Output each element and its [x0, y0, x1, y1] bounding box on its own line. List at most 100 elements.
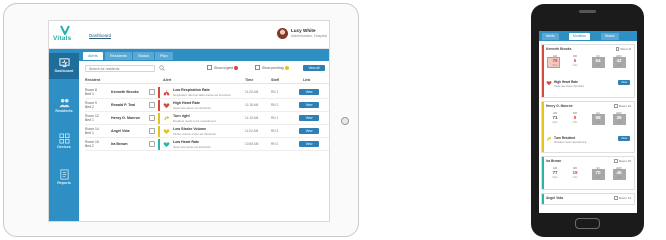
monitor-icon	[58, 58, 70, 68]
people-icon	[58, 98, 70, 108]
phone-tab-status[interactable]: Status	[601, 33, 619, 40]
resident-card[interactable]: Kenneth Brooks Room 8 HR 78 bpm RR 6/min SV…	[541, 44, 635, 98]
resident-name[interactable]: Ronald P. Teal	[111, 103, 135, 107]
view-button[interactable]: View	[299, 89, 319, 95]
tab-alerts[interactable]: Alerts	[83, 52, 103, 60]
alert-title: High Heart Rate	[173, 101, 200, 105]
vital-sv: SV 70 ml	[595, 166, 601, 179]
table-row[interactable]: Room 15 Bed 2 Ira Brown Low Heart Rate He…	[85, 138, 329, 151]
phone-tab-alerts[interactable]: Alerts	[542, 33, 559, 40]
show-urgent-toggle[interactable]: Show urgent	[207, 65, 239, 72]
phone-device: Alerts Monitors Status Kenneth Brooks Ro…	[531, 4, 644, 237]
severity-bar	[158, 139, 160, 150]
alert-time: 11:10 AM	[245, 116, 259, 120]
checkbox[interactable]	[614, 159, 618, 163]
user-name: Lucy White	[291, 28, 316, 33]
col-time: Time	[245, 78, 254, 82]
resident-name[interactable]: Angel Vida	[111, 129, 130, 133]
alert-title: Low Respiration Rate	[173, 88, 210, 92]
app-logo[interactable]: Vitals	[52, 25, 80, 45]
severity-stripe	[542, 102, 544, 152]
vital-hr: HR 71 bpm	[552, 111, 558, 124]
search-input[interactable]	[85, 65, 155, 72]
alert-time: 10:55 AM	[245, 142, 259, 146]
main-content: Alerts Residents Status Plan Show urgent	[79, 49, 329, 221]
view-button[interactable]: View	[299, 128, 319, 134]
tab-plan[interactable]: Plan	[155, 52, 173, 60]
card-alert-title: Turn Resident	[554, 136, 576, 140]
alert-description: Respiration rate has fallen below set th…	[173, 93, 231, 97]
view-button[interactable]: View	[299, 141, 319, 147]
profile-icon[interactable]	[149, 115, 155, 121]
checkbox[interactable]	[615, 47, 620, 51]
alert-staff: RN 2	[271, 142, 279, 146]
search-icon[interactable]	[159, 65, 165, 71]
card-room: Room 14	[614, 196, 631, 200]
resident-card[interactable]: Ira Brown Room 15 HR 77 bpm RR 19/min SV 70 m…	[541, 156, 635, 190]
alert-time: 11:20 AM	[245, 90, 259, 94]
checkbox[interactable]	[207, 65, 212, 71]
user-role: Administrator, Hospital	[291, 34, 327, 38]
document-icon	[59, 169, 69, 180]
card-title: Henry G. Monroe	[546, 104, 573, 108]
view-button[interactable]: View	[299, 102, 319, 108]
vital-rr: RR 6/min	[572, 54, 578, 67]
table-row[interactable]: Room 14 Bed 1 Angel Vida Low Stroke Volum…	[85, 125, 329, 138]
tablet-home-button	[341, 117, 349, 125]
sidebar-item-reports[interactable]: Reports	[49, 165, 79, 191]
resident-name[interactable]: Kenneth Brooks	[111, 90, 139, 94]
resident-card[interactable]: Henry G. Monroe Room 12 HR 71 bpm RR 8/min …	[541, 101, 635, 153]
sidebar-item-dashboard[interactable]: Dashboard	[49, 53, 79, 79]
severity-bar	[158, 87, 160, 98]
card-alert-description: Resident needs repositioning	[554, 141, 587, 144]
logo-text: Vitals	[53, 35, 72, 42]
heart-icon	[546, 81, 552, 86]
profile-icon[interactable]	[149, 141, 155, 147]
resident-card[interactable]: Angel Vida Room 14	[541, 193, 635, 205]
card-title: Kenneth Brooks	[546, 47, 572, 51]
table-row[interactable]: Room 8 Bed 1 Kenneth Brooks Low Respirati…	[85, 86, 329, 99]
sidebar-item-residents[interactable]: Residents	[49, 93, 79, 119]
phone-speaker	[579, 10, 596, 13]
room-label: Room 15 Bed 2	[85, 140, 99, 148]
profile-icon[interactable]	[149, 102, 155, 108]
col-resident: Resident	[85, 78, 101, 82]
tab-status[interactable]: Status	[133, 52, 154, 60]
view-all-button[interactable]: View all	[303, 65, 325, 71]
alert-description: Stroke volume under set threshold	[173, 132, 216, 136]
card-title: Angel Vida	[546, 196, 563, 200]
checkbox[interactable]	[614, 104, 618, 108]
severity-bar	[158, 100, 160, 111]
turn-icon	[164, 115, 170, 121]
profile-icon[interactable]	[149, 128, 155, 134]
filter-bar: Show urgent Show pending View all	[79, 61, 329, 75]
col-alert: Alert	[163, 78, 172, 82]
severity-stripe	[542, 194, 544, 204]
checkbox[interactable]	[614, 196, 618, 200]
tab-residents[interactable]: Residents	[105, 52, 132, 60]
alert-description: Resident needs to be repositioned	[173, 119, 216, 123]
show-pending-toggle[interactable]: Show pending	[255, 65, 289, 72]
checkbox[interactable]	[255, 65, 260, 71]
phone-tab-bar: Alerts Monitors Status	[539, 31, 637, 41]
resident-name[interactable]: Henry G. Monroe	[111, 116, 140, 120]
show-urgent-label: Show urgent	[214, 66, 234, 70]
view-button[interactable]: View	[299, 115, 319, 121]
user-menu[interactable]: Lucy White Administrator, Hospital	[277, 27, 329, 43]
room-label: Room 8 Bed 1	[85, 88, 97, 96]
table-row[interactable]: Room 9 Bed 2 Ronald P. Teal High Heart Ra…	[85, 99, 329, 112]
card-view-button[interactable]: View	[618, 80, 630, 85]
table-row[interactable]: Room 12 Bed 1 Henry G. Monroe Turn right …	[85, 112, 329, 125]
card-alert-description: Heart rate above threshold	[554, 85, 584, 88]
severity-stripe	[542, 157, 544, 189]
resident-name[interactable]: Ira Brown	[111, 142, 128, 146]
room-label: Room 9 Bed 2	[85, 101, 97, 109]
card-view-button[interactable]: View	[618, 136, 630, 141]
breadcrumb[interactable]: Dashboard	[89, 33, 111, 38]
sidebar-item-devices[interactable]: Devices	[49, 129, 79, 155]
alert-title: Low Stroke Volume	[173, 127, 207, 131]
vital-hr: HR 77 bpm	[552, 166, 558, 179]
sidebar-item-label: Devices	[57, 145, 71, 149]
phone-tab-monitors[interactable]: Monitors	[569, 33, 591, 40]
profile-icon[interactable]	[149, 89, 155, 95]
